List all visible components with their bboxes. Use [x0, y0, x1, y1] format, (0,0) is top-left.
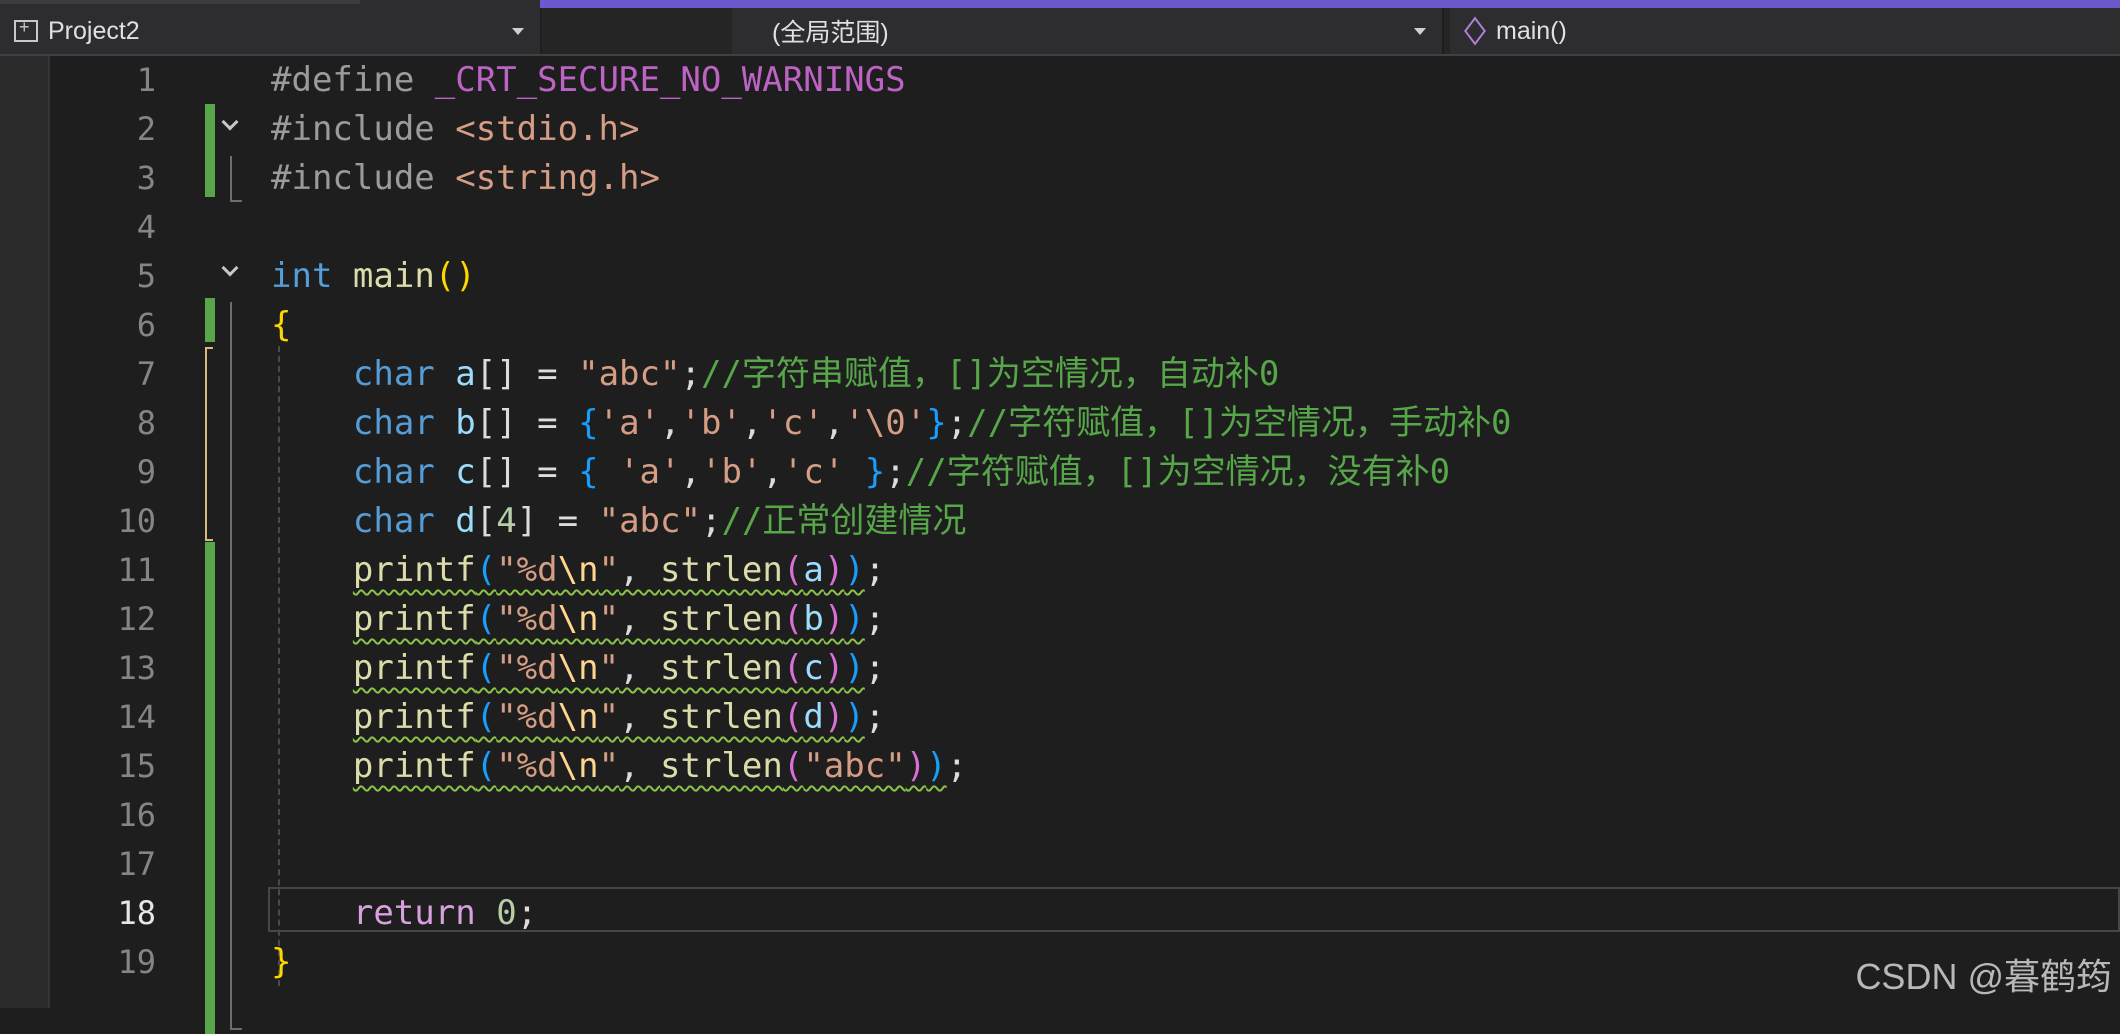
- line-number: 7: [136, 355, 156, 393]
- code-line: 4: [50, 203, 2120, 252]
- line-number: 1: [136, 61, 156, 99]
- project-icon: [14, 17, 38, 42]
- project-dropdown[interactable]: Project2: [0, 8, 542, 54]
- code-line: 9 char c[] = { 'a','b','c' };//字符赋值，[]为空…: [50, 448, 2120, 497]
- code-text: #include <stdio.h>: [271, 109, 640, 149]
- title-accent-bar: [0, 0, 2120, 8]
- line-number: 2: [136, 110, 156, 148]
- member-dropdown[interactable]: main(): [1450, 8, 2120, 54]
- code-text: {: [271, 305, 292, 345]
- code-text: #define _CRT_SECURE_NO_WARNINGS: [271, 60, 906, 100]
- code-text: printf("%d\n", strlen(d));: [352, 697, 886, 737]
- line-number: 11: [117, 551, 156, 589]
- code-text: char c[] = { 'a','b','c' };//字符赋值，[]为空情况…: [352, 452, 1451, 492]
- code-text: int main(): [271, 256, 476, 296]
- code-line: 15 printf("%d\n", strlen("abc"));: [50, 742, 2120, 791]
- code-line: 10 char d[4] = "abc";//正常创建情况: [50, 497, 2120, 546]
- code-text: printf("%d\n", strlen(b));: [352, 599, 886, 639]
- code-text: char b[] = {'a','b','c','\0'};//字符赋值，[]为…: [352, 403, 1512, 443]
- code-line: 16: [50, 791, 2120, 840]
- active-tab-accent: [540, 0, 2120, 8]
- line-number: 19: [117, 943, 156, 981]
- code-line: 11 printf("%d\n", strlen(a));: [50, 546, 2120, 595]
- scope-label: (全局范围): [772, 19, 889, 47]
- code-line: 1 #define _CRT_SECURE_NO_WARNINGS: [50, 56, 2120, 105]
- code-line: 5 int main(): [50, 252, 2120, 301]
- line-number: 8: [136, 404, 156, 442]
- code-text: char a[] = "abc";//字符串赋值，[]为空情况，自动补0: [352, 354, 1280, 394]
- code-text: char d[4] = "abc";//正常创建情况: [352, 501, 967, 541]
- member-label: main(): [1496, 16, 1567, 45]
- line-number: 6: [136, 306, 156, 344]
- code-editor[interactable]: 1 #define _CRT_SECURE_NO_WARNINGS 2 #inc…: [50, 56, 2120, 1034]
- scope-dropdown[interactable]: (全局范围): [732, 8, 1444, 54]
- code-line: 2 #include <stdio.h>: [50, 105, 2120, 154]
- line-number: 13: [117, 649, 156, 687]
- line-number: 3: [136, 159, 156, 197]
- code-text: #include <string.h>: [271, 158, 660, 198]
- code-text: printf("%d\n", strlen("abc"));: [352, 746, 968, 786]
- navigation-bar: Project2 (全局范围) main(): [0, 8, 2120, 56]
- code-line: 13 printf("%d\n", strlen(c));: [50, 644, 2120, 693]
- code-line: 18 return 0;: [50, 889, 2120, 938]
- line-number: 12: [117, 600, 156, 638]
- code-line: 6 {: [50, 301, 2120, 350]
- line-number: 9: [136, 453, 156, 491]
- line-number: 16: [117, 796, 156, 834]
- line-number: 14: [117, 698, 156, 736]
- method-cube-icon: [1464, 16, 1486, 46]
- code-line: 17: [50, 840, 2120, 889]
- code-line: 19 }: [50, 938, 2120, 987]
- chevron-down-icon: [512, 28, 524, 35]
- watermark: CSDN @暮鹤筠: [1855, 956, 2112, 997]
- code-line: 12 printf("%d\n", strlen(b));: [50, 595, 2120, 644]
- tab-strip-edge: [0, 0, 360, 4]
- left-margin-strip: [0, 56, 50, 1008]
- code-line: 7 char a[] = "abc";//字符串赋值，[]为空情况，自动补0: [50, 350, 2120, 399]
- line-number: 4: [136, 208, 156, 246]
- line-number: 15: [117, 747, 156, 785]
- code-text: }: [271, 942, 292, 982]
- line-number: 18: [117, 894, 156, 932]
- code-text: printf("%d\n", strlen(c));: [352, 648, 886, 688]
- line-number: 17: [117, 845, 156, 883]
- code-line: 14 printf("%d\n", strlen(d));: [50, 693, 2120, 742]
- code-text: printf("%d\n", strlen(a));: [352, 550, 886, 590]
- code-text: return 0;: [352, 893, 538, 933]
- code-line: 3 #include <string.h>: [50, 154, 2120, 203]
- line-number: 10: [117, 502, 156, 540]
- project-name: Project2: [48, 16, 140, 45]
- chevron-down-icon: [1414, 28, 1426, 35]
- line-number: 5: [136, 257, 156, 295]
- code-line: 8 char b[] = {'a','b','c','\0'};//字符赋值，[…: [50, 399, 2120, 448]
